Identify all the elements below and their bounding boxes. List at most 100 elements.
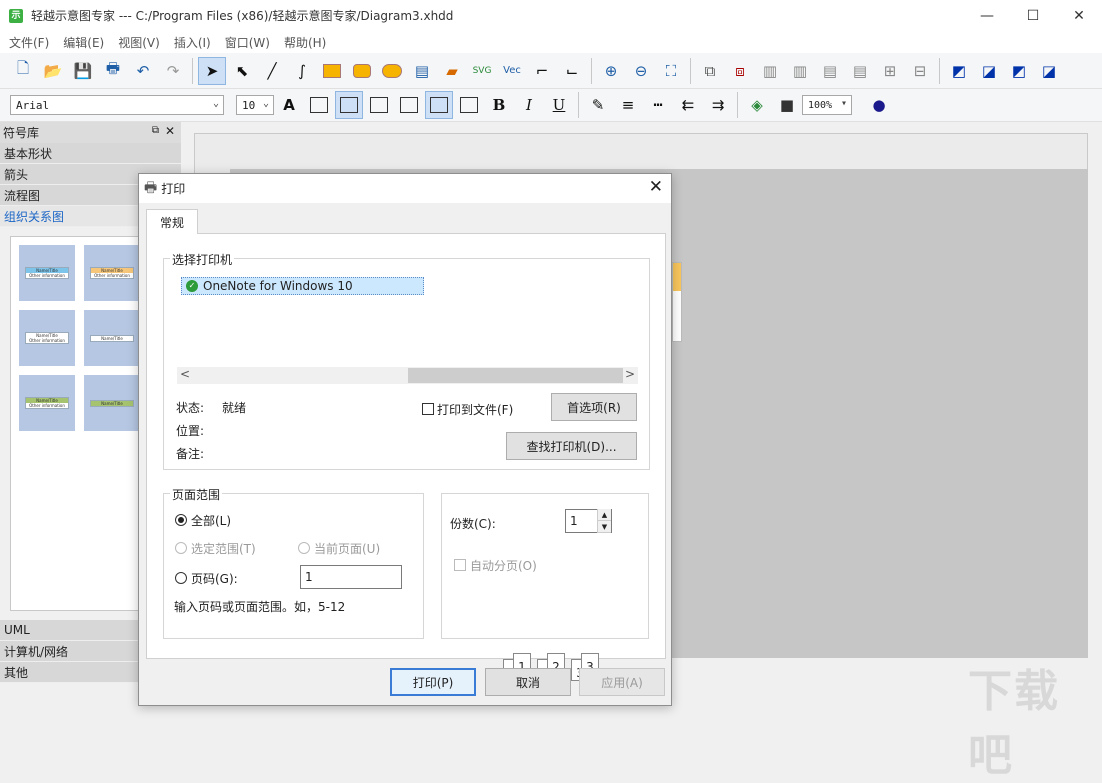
line-start-arrow-icon[interactable]: ⇇ — [674, 91, 702, 119]
all-pages-label[interactable]: 全部(L) — [191, 512, 231, 529]
menu-file[interactable]: 文件(F) — [2, 34, 56, 51]
line-color-icon[interactable]: ✎ — [584, 91, 612, 119]
fill-color-icon[interactable]: ◈ — [743, 91, 771, 119]
align-bottom-obj-icon[interactable]: ▤ — [846, 57, 874, 85]
text-box-tool-icon[interactable]: ▤ — [408, 57, 436, 85]
print-to-file-label[interactable]: 打印到文件(F) — [437, 401, 513, 418]
diagram-page[interactable] — [672, 262, 682, 342]
find-printer-button[interactable]: 查找打印机(D)... — [506, 432, 637, 460]
image-tool-icon[interactable]: ▰ — [438, 57, 466, 85]
align-middle-obj-icon[interactable]: ⊟ — [906, 57, 934, 85]
font-color-icon[interactable]: A — [275, 91, 303, 119]
save-icon[interactable]: 💾 — [69, 57, 97, 85]
ellipse-tool-icon[interactable] — [378, 57, 406, 85]
align-center-obj-icon[interactable]: ⊞ — [876, 57, 904, 85]
current-page-radio[interactable] — [298, 542, 310, 554]
svg-tool-icon[interactable]: SVG — [468, 57, 496, 85]
chevron-up-icon[interactable]: ▲ — [598, 509, 611, 521]
tab-general[interactable]: 常规 — [146, 209, 198, 234]
font-family-select[interactable]: Arial ⌄ — [10, 95, 224, 115]
minimize-button[interactable]: — — [964, 0, 1010, 31]
line-end-arrow-icon[interactable]: ⇉ — [704, 91, 732, 119]
menu-view[interactable]: 视图(V) — [111, 34, 167, 51]
align-left-obj-icon[interactable]: ▥ — [756, 57, 784, 85]
font-size-select[interactable]: 10 ⌄ — [236, 95, 274, 115]
send-back-icon[interactable]: ◪ — [975, 57, 1003, 85]
shape-tile[interactable]: Name/Title — [84, 310, 140, 366]
scroll-thumb[interactable] — [408, 368, 623, 383]
maximize-button[interactable]: ☐ — [1010, 0, 1056, 31]
printer-item[interactable]: ✓ OneNote for Windows 10 — [181, 277, 424, 295]
watermark-logo: 下载吧 — [968, 666, 1060, 781]
page-numbers-input[interactable]: 1 — [300, 565, 402, 589]
line-tool-icon[interactable]: ╱ — [258, 57, 286, 85]
text-align-right-icon[interactable] — [365, 91, 393, 119]
undo-icon[interactable]: ↶ — [129, 57, 157, 85]
redo-icon[interactable]: ↷ — [159, 57, 187, 85]
close-window-button[interactable]: ✕ — [1056, 0, 1102, 31]
copies-stepper[interactable]: ▲ ▼ — [597, 509, 611, 533]
align-right-obj-icon[interactable]: ▥ — [786, 57, 814, 85]
shape-tile[interactable]: Name/Title — [84, 375, 140, 431]
cancel-button[interactable]: 取消 — [485, 668, 571, 696]
shape-tile[interactable]: Name/Title Other information — [19, 245, 75, 301]
underline-button[interactable]: U — [545, 91, 573, 119]
menu-window[interactable]: 窗口(W) — [218, 34, 277, 51]
group-icon[interactable]: ⧉ — [696, 57, 724, 85]
line-width-icon[interactable]: ≡ — [614, 91, 642, 119]
pointer-tool-icon[interactable]: ➤ — [198, 56, 226, 85]
connector-line-icon[interactable]: ⌐ — [528, 57, 556, 85]
connect-pointer-icon[interactable]: ⬉ — [228, 57, 256, 85]
bring-forward-icon[interactable]: ◩ — [1005, 57, 1033, 85]
vector-tool-icon[interactable]: Vec — [498, 57, 526, 85]
close-icon[interactable]: ✕ — [649, 177, 663, 197]
rounded-rect-tool-icon[interactable] — [348, 57, 376, 85]
shadow-icon[interactable]: ■ — [773, 91, 801, 119]
menu-help[interactable]: 帮助(H) — [277, 34, 333, 51]
print-to-file-checkbox[interactable] — [422, 403, 434, 415]
ungroup-icon[interactable]: ⧈ — [726, 57, 754, 85]
fit-page-icon[interactable]: ⛶ — [657, 57, 685, 85]
send-backward-icon[interactable]: ◪ — [1035, 57, 1063, 85]
shape-tile[interactable]: Name/Title Other information — [84, 245, 140, 301]
text-align-left-icon[interactable] — [305, 91, 333, 119]
pin-icon[interactable]: ⧉ — [152, 125, 159, 136]
scroll-left-icon[interactable]: < — [180, 367, 190, 381]
all-pages-radio[interactable] — [175, 514, 187, 526]
print-icon[interactable]: 🖶 — [99, 57, 127, 85]
apply-button[interactable]: 应用(A) — [579, 668, 665, 696]
zoom-in-icon[interactable]: ⊕ — [597, 57, 625, 85]
align-top-obj-icon[interactable]: ▤ — [816, 57, 844, 85]
valign-middle-icon[interactable] — [425, 91, 453, 119]
open-folder-icon[interactable]: 📂 — [39, 57, 67, 85]
bold-button[interactable]: B — [485, 91, 513, 119]
preferences-button[interactable]: 首选项(R) — [551, 393, 637, 421]
collate-checkbox[interactable] — [454, 559, 466, 571]
rectangle-tool-icon[interactable] — [318, 57, 346, 85]
page-numbers-radio[interactable] — [175, 572, 187, 584]
shape-tile[interactable]: Name/Title Other information — [19, 310, 75, 366]
new-file-icon[interactable]: 🗋 — [9, 57, 37, 85]
text-align-center-icon[interactable] — [335, 91, 363, 119]
close-icon[interactable]: ✕ — [165, 124, 175, 138]
elbow-connector-icon[interactable]: ⌙ — [558, 57, 586, 85]
theme-color-icon[interactable]: ● — [865, 91, 893, 119]
scroll-right-icon[interactable]: > — [625, 367, 635, 381]
valign-bottom-icon[interactable] — [455, 91, 483, 119]
chevron-down-icon[interactable]: ▼ — [598, 521, 611, 533]
bring-front-icon[interactable]: ◩ — [945, 57, 973, 85]
menu-insert[interactable]: 插入(I) — [167, 34, 218, 51]
zoom-select[interactable]: 100% ▾ — [802, 95, 852, 115]
print-button[interactable]: 打印(P) — [390, 668, 476, 696]
selection-radio[interactable] — [175, 542, 187, 554]
valign-top-icon[interactable] — [395, 91, 423, 119]
line-dash-icon[interactable]: ┅ — [644, 91, 672, 119]
italic-button[interactable]: I — [515, 91, 543, 119]
curve-tool-icon[interactable]: ∫ — [288, 57, 316, 85]
page-numbers-label[interactable]: 页码(G): — [191, 570, 238, 587]
shape-tile[interactable]: Name/Title Other information — [19, 375, 75, 431]
menu-edit[interactable]: 编辑(E) — [56, 34, 111, 51]
zoom-out-icon[interactable]: ⊖ — [627, 57, 655, 85]
horizontal-scrollbar[interactable]: < > — [177, 367, 638, 384]
category-basic-shapes[interactable]: 基本形状 — [0, 143, 181, 164]
